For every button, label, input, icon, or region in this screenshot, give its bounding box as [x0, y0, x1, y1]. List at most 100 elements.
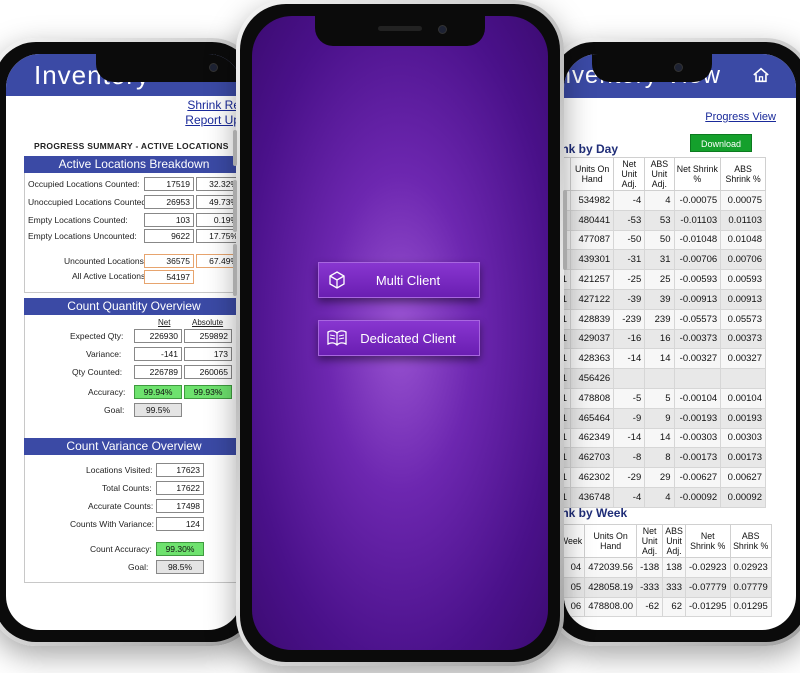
table-cell: 428363 — [570, 348, 615, 370]
speaker — [378, 26, 422, 31]
table-cell: -0.00706 — [673, 249, 722, 271]
value-box: 17622 — [156, 481, 204, 495]
value-box: 9622 — [144, 229, 194, 243]
table-cell: 428058.19 — [584, 576, 638, 598]
row-label: Unoccupied Locations Counted: — [28, 197, 149, 207]
table-cell: -0.02923 — [684, 557, 731, 578]
accuracy-absolute: 99.93% — [184, 385, 232, 399]
table-cell: 53 — [644, 209, 675, 231]
table-cell: -0.00104 — [673, 387, 722, 409]
uncounted-label: Uncounted Locations: — [64, 256, 147, 266]
table-cell: 0.00303 — [720, 427, 766, 449]
table-cell: 480441 — [570, 209, 615, 231]
value-box: 103 — [144, 213, 194, 227]
column-header: ABS Shrink % — [720, 157, 766, 191]
notch — [315, 16, 485, 46]
value-box: 259892 — [184, 329, 232, 343]
progress-view-link[interactable]: Progress View — [705, 111, 776, 123]
table-cell: 25 — [644, 269, 675, 290]
column-header: Week — [564, 524, 586, 558]
table-cell: -0.00193 — [673, 407, 722, 429]
right-phone: Inventory View Progress View Download Sh… — [548, 38, 800, 646]
table-cell: 0.00092 — [720, 486, 766, 508]
table-row: 2/2021478808-55-0.001040.00104 — [564, 387, 766, 409]
table-cell: -5 — [613, 387, 646, 409]
table-row: 2/2021427122-3939-0.009130.00913 — [564, 288, 766, 310]
table-cell: 465464 — [570, 407, 615, 429]
table-row: 5/2021534982-44-0.000750.00075 — [564, 190, 766, 211]
table-cell — [720, 368, 766, 389]
row-label: Qty Counted: — [72, 367, 123, 377]
table-cell: 429037 — [570, 328, 615, 350]
table-cell: 0.00104 — [720, 387, 766, 409]
center-screen: Multi Client Dedicated Client — [252, 16, 548, 650]
table-cell: -31 — [613, 249, 646, 271]
download-button[interactable]: Download — [690, 134, 752, 152]
table-cell: 0.00173 — [720, 447, 766, 469]
value-box: -141 — [134, 347, 182, 361]
table-cell: 0.00075 — [720, 190, 766, 211]
camera — [209, 63, 218, 72]
column-header: Net Unit Adj. — [613, 157, 646, 191]
table-row: 5/2021421257-2525-0.005930.00593 — [564, 269, 766, 290]
table-cell: 4 — [644, 486, 675, 508]
table-cell: 62 — [662, 596, 686, 618]
table-cell: 0.05573 — [720, 308, 766, 330]
table-cell: 462302 — [570, 467, 615, 488]
report-links: Shrink Re Report Up — [185, 98, 240, 128]
table-cell: 456426 — [570, 368, 615, 389]
table-cell: -0.01295 — [684, 596, 731, 618]
goal-label: Goal: — [104, 405, 125, 415]
all-active-count: 54197 — [144, 270, 194, 284]
active-breakdown-header: Active Locations Breakdown — [24, 156, 242, 173]
table-cell: -4 — [613, 190, 646, 211]
table-cell: -0.01103 — [673, 209, 722, 231]
column-header: Net Shrink % — [673, 157, 722, 191]
volume-down-button — [233, 244, 237, 296]
table-cell: -0.00373 — [673, 328, 722, 350]
table-cell: -14 — [613, 427, 646, 449]
table-cell: 04 — [564, 557, 586, 578]
table-cell: 472039.56 — [584, 557, 638, 578]
value-box: 17519 — [144, 177, 194, 191]
table-cell: -0.05573 — [673, 308, 722, 330]
value-box: 226930 — [134, 329, 182, 343]
table-cell: -4 — [613, 486, 646, 508]
row-label: Counts With Variance: — [70, 519, 154, 529]
shrink-by-day-table: DateUnits On HandNet Unit Adj.ABS Unit A… — [564, 157, 766, 508]
report-update-link[interactable]: Report Up — [185, 113, 240, 128]
accuracy-net: 99.94% — [134, 385, 182, 399]
table-row: 4/2021429037-1616-0.003730.00373 — [564, 328, 766, 350]
goal-value: 98.5% — [156, 560, 204, 574]
table-cell — [613, 368, 646, 389]
table-cell: 333 — [662, 576, 686, 598]
row-label: Occupied Locations Counted: — [28, 179, 140, 189]
table-cell — [673, 368, 722, 389]
table-cell: -0.00327 — [673, 348, 722, 370]
bezel: Multi Client Dedicated Client — [240, 4, 560, 662]
table-cell: 0.01295 — [729, 596, 772, 618]
table-cell: -0.01048 — [673, 229, 722, 251]
book-icon — [319, 329, 355, 347]
shrink-report-link[interactable]: Shrink Re — [185, 98, 240, 113]
center-phone: Multi Client Dedicated Client — [233, 0, 567, 666]
table-row: 4/2021462302-2929-0.006270.00627 — [564, 467, 766, 488]
camera — [438, 25, 447, 34]
goal-label: Goal: — [128, 562, 149, 572]
table-cell: -14 — [613, 348, 646, 370]
table-cell: 427122 — [570, 288, 615, 310]
dedicated-client-button[interactable]: Dedicated Client — [318, 320, 480, 356]
accuracy-label: Accuracy: — [88, 387, 126, 397]
multi-client-button[interactable]: Multi Client — [318, 262, 480, 298]
row-label: Locations Visited: — [86, 465, 153, 475]
table-cell: -0.00092 — [673, 486, 722, 508]
dedicated-client-label: Dedicated Client — [360, 330, 456, 346]
value-box: 17498 — [156, 499, 204, 513]
shrink-by-day-title: Shrink by Day — [564, 142, 619, 156]
home-icon[interactable] — [752, 66, 770, 84]
table-cell: 0.01103 — [720, 209, 766, 231]
absolute-column-header: Absolute — [192, 318, 224, 327]
table-cell: 14 — [644, 427, 675, 449]
table-cell: -25 — [613, 269, 646, 290]
row-label: Empty Locations Counted: — [28, 215, 128, 225]
